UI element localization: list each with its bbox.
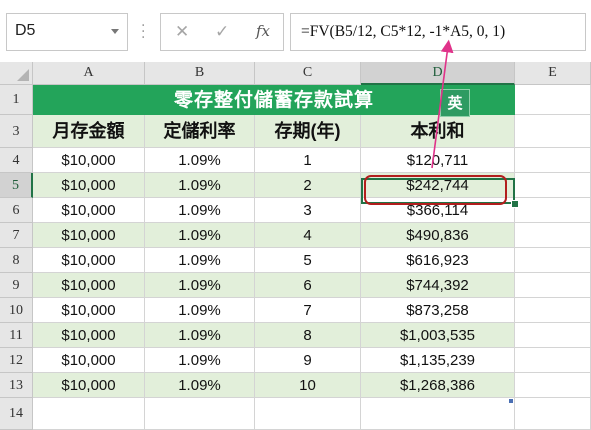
arrow-line [431, 39, 454, 169]
annotation-arrow [431, 39, 454, 169]
